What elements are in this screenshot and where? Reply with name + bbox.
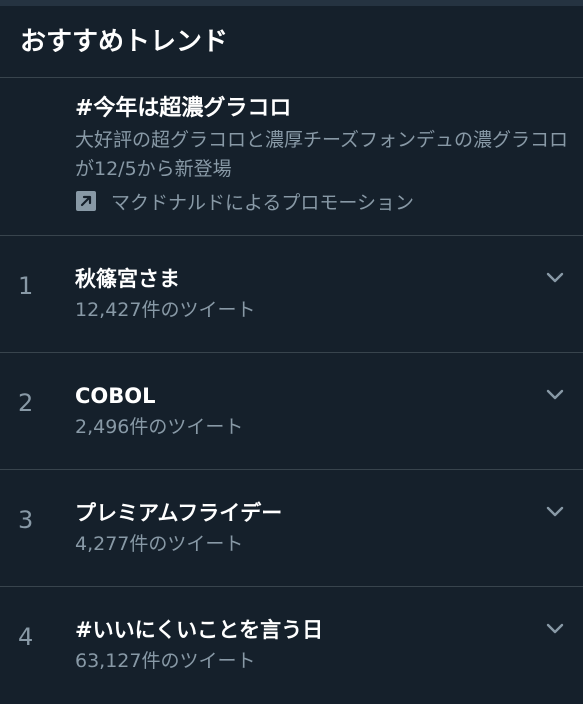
trend-name[interactable]: #いいにくいことを言う日 — [75, 615, 323, 645]
trend-tweet-count: 12,427件のツイート — [75, 299, 256, 321]
trend-tweet-count: 4,277件のツイート — [75, 533, 244, 555]
trend-name[interactable]: 秋篠宮さま — [75, 264, 180, 294]
promoted-by-line: マクドナルドによるプロモーション — [75, 186, 414, 216]
chevron-down-icon[interactable] — [545, 385, 565, 405]
trend-rank: 4 — [18, 623, 34, 651]
chevron-down-icon[interactable] — [545, 502, 565, 522]
trend-item[interactable]: 3 プレミアムフライデー 4,277件のツイート — [0, 470, 583, 587]
trend-tweet-count: 63,127件のツイート — [75, 650, 256, 672]
trend-item[interactable]: 1 秋篠宮さま 12,427件のツイート — [0, 236, 583, 353]
trend-item[interactable]: 2 COBOL 2,496件のツイート — [0, 353, 583, 470]
trend-rank: 1 — [18, 272, 34, 300]
page-title: おすすめトレンド — [20, 27, 229, 57]
chevron-down-icon[interactable] — [545, 268, 565, 288]
trends-header: おすすめトレンド — [0, 6, 583, 78]
trend-rank: 2 — [18, 389, 34, 417]
promoted-trend-description: 大好評の超グラコロと濃厚チーズフォンデュの濃グラコロが12/5から新登場 — [75, 129, 569, 180]
trend-item[interactable]: 4 #いいにくいことを言う日 63,127件のツイート — [0, 587, 583, 704]
trend-rank: 3 — [18, 506, 34, 534]
trend-name[interactable]: COBOL — [75, 381, 156, 411]
promoted-trend-title[interactable]: #今年は超濃グラコロ — [75, 94, 291, 124]
promoted-arrow-icon — [75, 190, 97, 212]
promoted-trend[interactable]: #今年は超濃グラコロ 大好評の超グラコロと濃厚チーズフォンデュの濃グラコロが12… — [0, 78, 583, 236]
trend-tweet-count: 2,496件のツイート — [75, 416, 244, 438]
promoted-by-label: マクドナルドによるプロモーション — [111, 191, 415, 214]
trend-name[interactable]: プレミアムフライデー — [75, 498, 282, 528]
chevron-down-icon[interactable] — [545, 619, 565, 639]
